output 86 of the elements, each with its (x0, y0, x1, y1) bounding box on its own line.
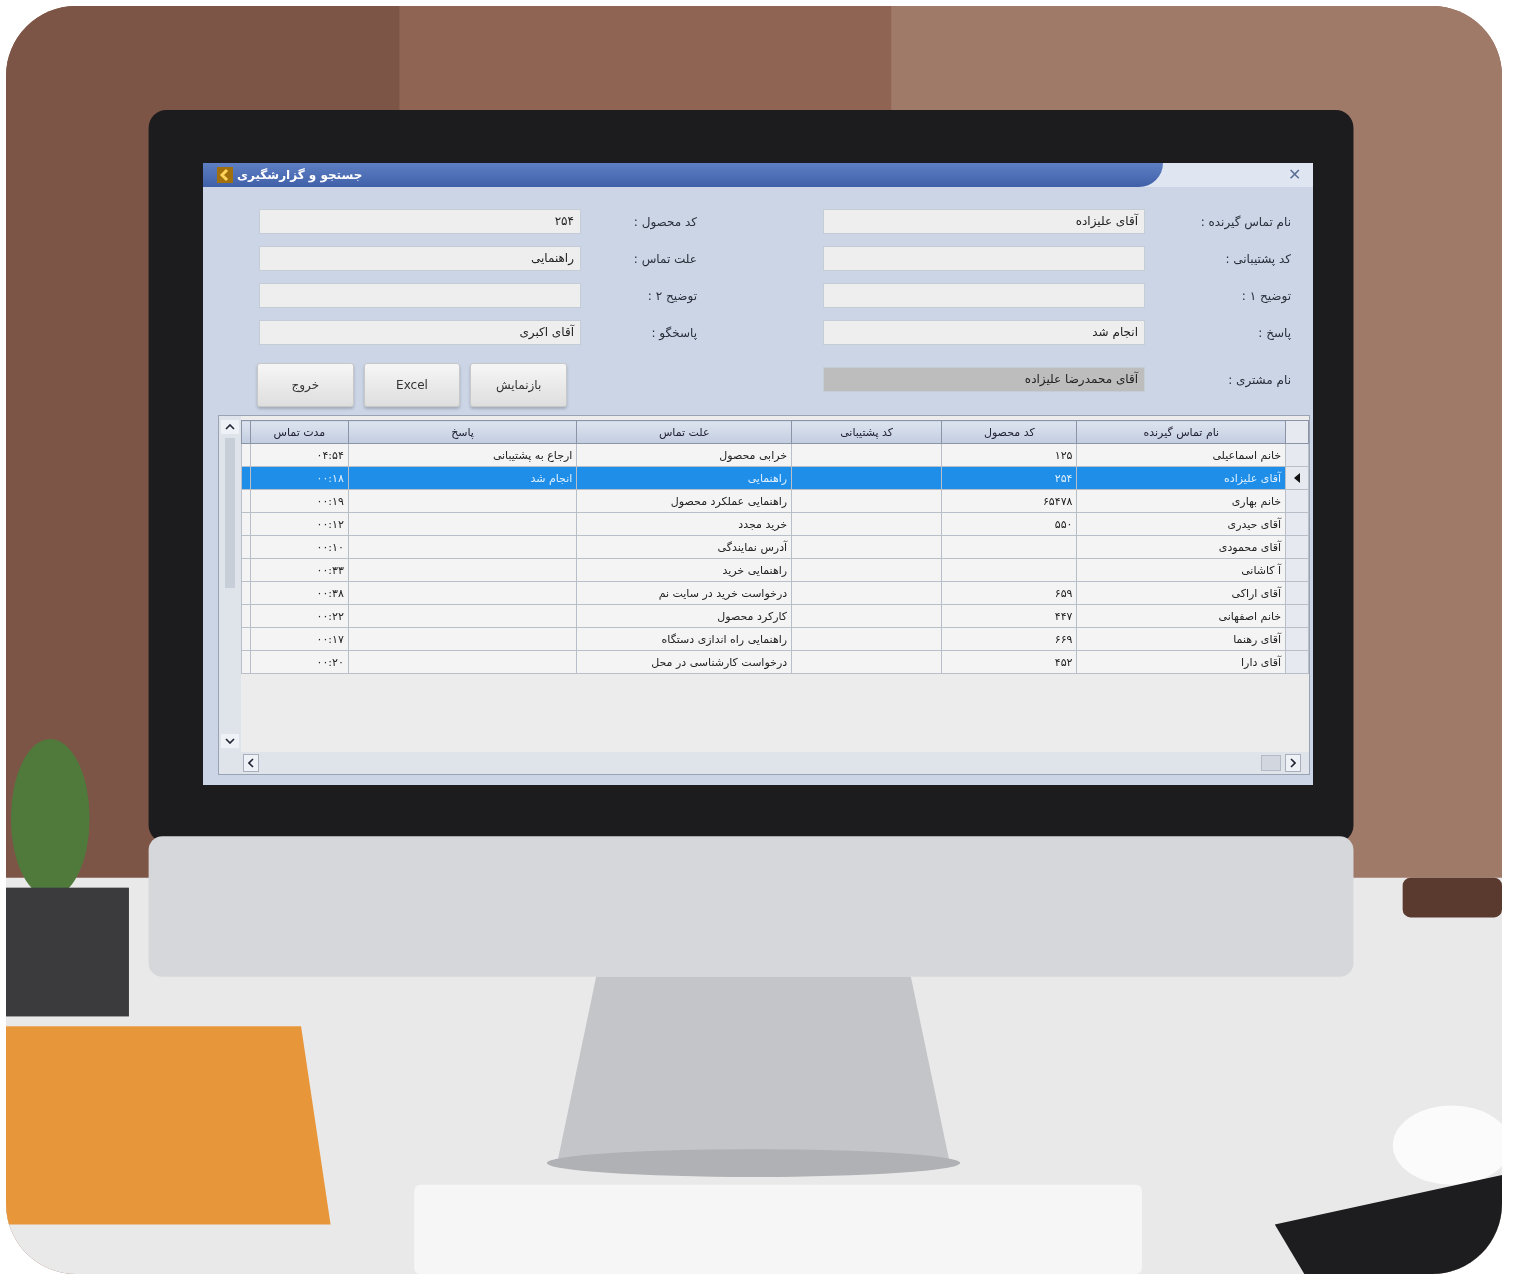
table-cell: درخواست کارشناسی در محل (651, 655, 788, 669)
table-row[interactable]: آقای دارا ۴۵۲ درخواست کارشناسی در محل ۰۰:۲۰ (241, 650, 1309, 674)
text-field[interactable]: ۲۵۴ (259, 209, 581, 234)
text-field[interactable]: انجام شد (823, 320, 1145, 345)
table-cell: آقای محمودی (1218, 540, 1282, 554)
table-cell: ۰۰:۲۰ (316, 655, 344, 669)
table-cell: آقای علیزاده (1224, 471, 1282, 485)
column-header[interactable]: علت تماس (576, 420, 792, 444)
table-cell: ۱۲۵ (1054, 448, 1073, 462)
table-row[interactable]: آقای حیدری ۵۵۰ خرید مجدد ۰۰:۱۲ (241, 512, 1309, 536)
row-pointer-icon (1294, 473, 1301, 483)
field-label: پاسخگو : (650, 325, 697, 340)
table-cell: خرید مجدد (738, 517, 788, 531)
horizontal-scrollbar[interactable] (219, 752, 1309, 774)
table-cell: راهنمایی خرید (722, 563, 788, 577)
table-row[interactable]: خانم اسماعیلی ۱۲۵ خرابی محصول ارجاع به پشتیبانی ۰۴:۵۴ (241, 443, 1309, 467)
text-field[interactable]: راهنمایی (259, 246, 581, 271)
field-label: علت تماس : (632, 251, 697, 266)
table-cell: ۴۵۲ (1054, 655, 1073, 669)
table-cell: خانم اسماعیلی (1212, 448, 1282, 462)
table-cell: ۰۰:۱۹ (316, 494, 344, 508)
table-cell: انجام شد (530, 471, 573, 485)
table-cell: آقای حیدری (1227, 517, 1282, 531)
column-header[interactable]: مدت تماس (250, 420, 349, 444)
table-cell: ارجاع به پشتیبانی (492, 448, 573, 462)
table-row[interactable]: آ کاشانی راهنمایی خرید ۰۰:۳۳ (241, 558, 1309, 582)
table-cell: ۰۴:۵۴ (316, 448, 344, 462)
app-icon (217, 167, 233, 183)
column-header[interactable]: کد محصول (941, 420, 1077, 444)
text-field[interactable]: آقای علیزاده (823, 209, 1145, 234)
field-label: توضیح ۲ : (646, 288, 697, 303)
table-cell: آقای دارا (1241, 655, 1282, 669)
scroll-left-icon (248, 758, 254, 768)
column-header[interactable]: پاسخ (348, 420, 577, 444)
field-label: کد پشتیبانی : (1224, 251, 1291, 266)
action-button[interactable]: Excel (363, 363, 461, 407)
table-cell: خرابی محصول (719, 448, 788, 462)
text-field[interactable] (259, 283, 581, 308)
field-label: کد محصول : (632, 214, 697, 229)
text-field[interactable] (823, 283, 1145, 308)
table-cell: آقای اراکی (1231, 586, 1282, 600)
text-field[interactable]: آقای اکبری (259, 320, 581, 345)
column-header[interactable]: کد پشتیبانی (791, 420, 942, 444)
table-cell: ۵۵۰ (1054, 517, 1073, 531)
table-cell: ۰۰:۱۲ (316, 517, 344, 531)
table-cell: آ کاشانی (1241, 563, 1282, 577)
table-cell: ۶۶۹ (1054, 632, 1073, 646)
table-cell: ۲۵۴ (1054, 471, 1073, 485)
table-row[interactable]: خانم اصفهانی ۴۴۷ کارکرد محصول ۰۰:۲۲ (241, 604, 1309, 628)
table-cell: خانم اصفهانی (1218, 609, 1282, 623)
action-button[interactable]: خروج (257, 363, 354, 407)
table-cell: ۰۰:۲۲ (316, 609, 344, 623)
field-label: توضیح ۱ : (1240, 288, 1291, 303)
table-cell: ۰۰:۱۷ (316, 632, 344, 646)
table-row[interactable]: آقای اراکی ۶۵۹ درخواست خرید در سایت نم ۰۰:۳۸ (241, 581, 1309, 605)
table-row[interactable]: خانم بهاری ۶۵۴۷۸ راهنمایی عملکرد محصول ۰۰:۱۹ (241, 489, 1309, 513)
table-cell: ۰۰:۳۸ (316, 586, 344, 600)
table-cell: ۶۵۴۷۸ (1042, 494, 1073, 508)
table-row[interactable]: آقای محمودی آدرس نمایندگی ۰۰:۱۰ (241, 535, 1309, 559)
table-row[interactable]: آقای رهنما ۶۶۹ راهنمایی راه اندازی دستگاه ۰۰:۱۷ (241, 627, 1309, 651)
column-header[interactable]: نام تماس گیرنده (1076, 420, 1286, 444)
table-cell: ۰۰:۱۰ (316, 540, 344, 554)
scroll-thumb[interactable] (1261, 755, 1281, 771)
table-cell: ۴۴۷ (1054, 609, 1073, 623)
close-button[interactable]: ✕ (1284, 165, 1305, 185)
scroll-up-icon (225, 424, 235, 430)
table-cell: آقای رهنما (1233, 632, 1282, 646)
field-label: نام تماس گیرنده : (1199, 214, 1291, 229)
table-cell: راهنمایی (747, 471, 788, 485)
text-field[interactable] (823, 246, 1145, 271)
table-cell: ۰۰:۳۳ (316, 563, 344, 577)
table-cell: آدرس نمایندگی (717, 540, 788, 554)
table-cell: کارکرد محصول (717, 609, 788, 623)
table-cell: ۶۵۹ (1054, 586, 1073, 600)
table-cell: راهنمایی راه اندازی دستگاه (661, 632, 788, 646)
table-cell: درخواست خرید در سایت نم (658, 586, 788, 600)
scroll-right-icon (1290, 758, 1296, 768)
table-cell: ۰۰:۱۸ (316, 471, 344, 485)
field-label: نام مشتری : (1227, 372, 1291, 387)
vertical-scrollbar[interactable] (219, 416, 241, 752)
field-label: پاسخ : (1257, 325, 1291, 340)
scroll-down-icon (225, 738, 235, 744)
table-cell: راهنمایی عملکرد محصول (670, 494, 788, 508)
table-cell: خانم بهاری (1231, 494, 1282, 508)
window-title: جستجو و گزارشگیری (237, 168, 363, 182)
action-button[interactable]: بازنمایش (470, 363, 567, 407)
